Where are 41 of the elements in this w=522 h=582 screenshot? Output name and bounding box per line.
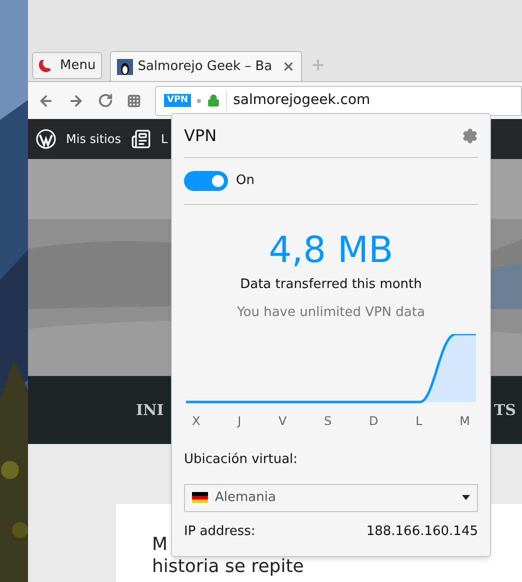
data-note: You have unlimited VPN data: [236, 304, 426, 322]
data-amount: 4,8 MB: [268, 229, 394, 273]
nav-link[interactable]: TS: [494, 398, 516, 422]
ip-address: 188.166.160.145: [366, 522, 478, 540]
close-icon[interactable]: [282, 60, 295, 73]
settings-icon[interactable]: [462, 128, 478, 144]
location-select[interactable]: Alemania: [184, 484, 478, 512]
reload-icon[interactable]: [98, 93, 113, 108]
ip-label: IP address:: [184, 522, 256, 540]
opera-logo-icon: [38, 58, 54, 74]
admin-bar-link[interactable]: Mis sitios: [66, 130, 121, 148]
popup-title: VPN: [184, 124, 217, 146]
day-label: D: [369, 413, 378, 430]
dropdown-caret-icon: [462, 495, 470, 500]
post-title[interactable]: historia se repite: [152, 556, 522, 578]
day-label: V: [278, 413, 287, 430]
nav-link[interactable]: INI: [136, 398, 164, 422]
wordpress-logo-icon[interactable]: [36, 129, 56, 149]
day-label: X: [192, 413, 200, 430]
speed-dial-icon[interactable]: [127, 94, 141, 108]
vpn-toggle[interactable]: [184, 171, 228, 191]
back-icon[interactable]: [38, 92, 54, 108]
dot-icon: [197, 98, 202, 102]
browser-tab[interactable]: Salmorejo Geek – Ba: [110, 51, 302, 81]
newspaper-icon[interactable]: [130, 129, 151, 149]
amount-caption: Data transferred this month: [239, 276, 423, 294]
tab-title: Salmorejo Geek – Ba: [138, 58, 274, 76]
forward-icon[interactable]: [68, 92, 84, 108]
url-text: salmorejogeek.com: [233, 91, 370, 110]
lock-icon: [207, 94, 220, 107]
day-label: J: [238, 413, 242, 430]
day-label: S: [324, 413, 332, 430]
day-label: M: [460, 413, 470, 430]
toggle-label: On: [236, 172, 254, 190]
address-field[interactable]: VPN salmorejogeek.com: [155, 86, 522, 116]
penguin-icon: [116, 58, 133, 74]
german-flag-icon: [192, 492, 208, 503]
location-label: Ubicación virtual:: [184, 451, 299, 469]
admin-bar-link[interactable]: L: [160, 130, 168, 148]
day-label: L: [416, 413, 422, 430]
menu-button[interactable]: Menu: [32, 52, 102, 79]
